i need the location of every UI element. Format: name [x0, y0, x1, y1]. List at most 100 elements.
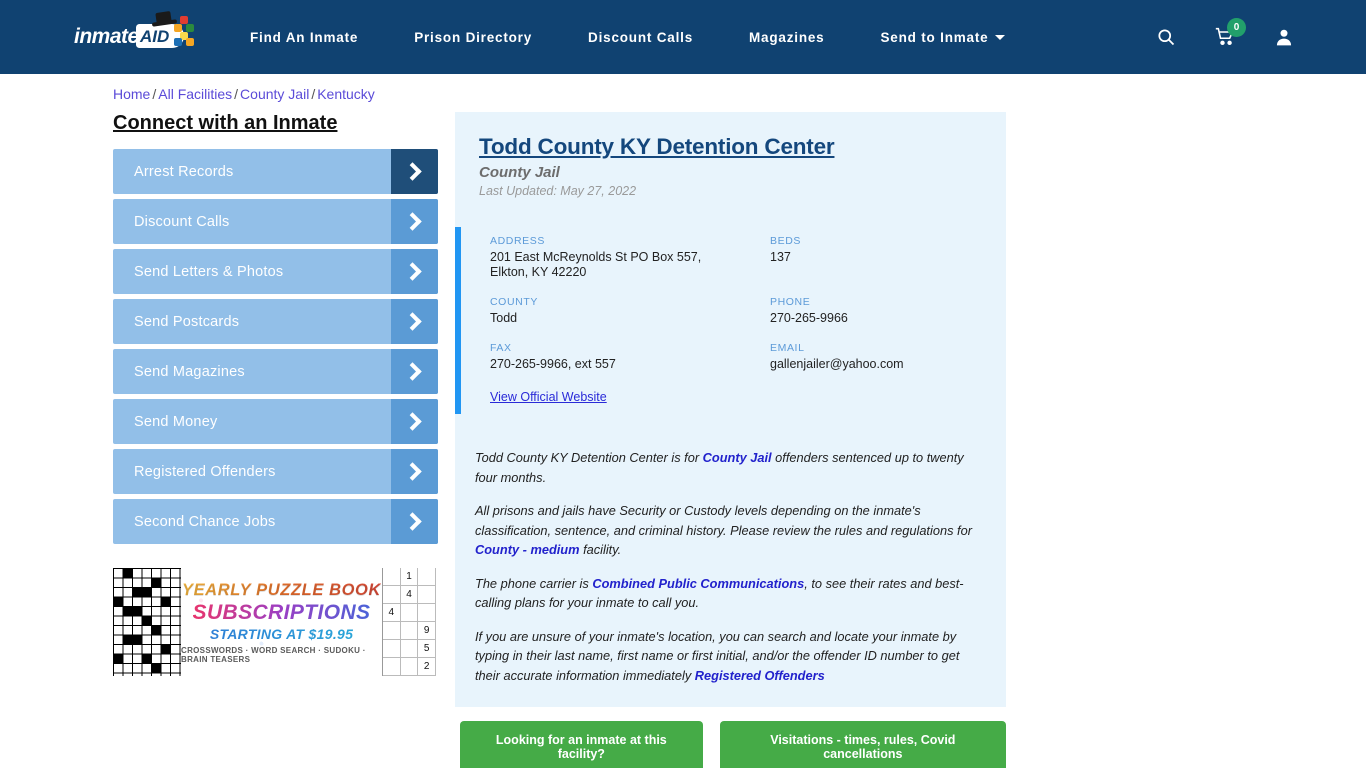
search-icon[interactable] [1156, 27, 1176, 47]
find-inmate-button[interactable]: Looking for an inmate at this facility? [460, 721, 703, 768]
sudoku-cell [400, 658, 419, 676]
breadcrumb: Home / All Facilities / County Jail / Kentucky [113, 86, 1366, 102]
sudoku-cell [383, 622, 401, 640]
info-field-address: ADDRESS 201 East McReynolds St PO Box 55… [490, 235, 770, 280]
info-label: PHONE [770, 296, 811, 308]
puzzle-book-ad[interactable]: YEARLY PUZZLE BOOK SUBSCRIPTIONS STARTIN… [113, 568, 436, 676]
nav-item-find-an-inmate[interactable]: Find An Inmate [250, 30, 358, 45]
sudoku-cell: 9 [418, 622, 436, 640]
description-paragraph-3: The phone carrier is Combined Public Com… [475, 574, 982, 613]
sidebar-item-send-postcards[interactable]: Send Postcards [113, 299, 438, 344]
sidebar-item-registered-offenders[interactable]: Registered Offenders [113, 449, 438, 494]
desc-p2-link-county-medium[interactable]: County - medium [475, 542, 580, 557]
info-field-fax: FAX 270-265-9966, ext 557 [490, 342, 770, 372]
desc-p1-text-a: Todd County KY Detention Center is for [475, 450, 703, 465]
user-account-icon[interactable] [1274, 27, 1294, 47]
chevron-right-icon [391, 299, 438, 344]
nav-item-discount-calls[interactable]: Discount Calls [588, 30, 693, 45]
sudoku-cell [383, 658, 401, 676]
sidebar-item-label: Send Postcards [134, 313, 240, 330]
sudoku-cell: 1 [400, 568, 419, 586]
nav-item-prison-directory[interactable]: Prison Directory [414, 30, 532, 45]
cta-button-row: Looking for an inmate at this facility? … [455, 707, 1006, 768]
sidebar-item-arrest-records[interactable]: Arrest Records [113, 149, 438, 194]
info-label: FAX [490, 342, 512, 354]
sidebar-item-label: Send Money [134, 413, 218, 430]
breadcrumb-separator: / [234, 86, 239, 102]
chevron-right-icon [391, 199, 438, 244]
facility-type: County Jail [479, 164, 560, 181]
info-field-email: EMAIL gallenjailer@yahoo.com [770, 342, 1006, 372]
sidebar-item-discount-calls[interactable]: Discount Calls [113, 199, 438, 244]
info-field-phone: PHONE 270-265-9966 [770, 296, 1006, 326]
sidebar-item-label: Discount Calls [134, 213, 230, 230]
chevron-right-icon [391, 349, 438, 394]
chevron-down-icon [995, 34, 1006, 40]
description-paragraph-1: Todd County KY Detention Center is for C… [475, 448, 982, 487]
cart-count-badge: 0 [1227, 18, 1246, 37]
breadcrumb-separator: / [152, 86, 157, 102]
logo-badge-text: AID [140, 27, 170, 46]
content-columns: Connect with an Inmate Arrest Records Di… [0, 112, 1366, 768]
info-label: BEDS [770, 235, 801, 247]
desc-p3-link-phone-carrier[interactable]: Combined Public Communications [592, 576, 804, 591]
desc-p1-link-county-jail[interactable]: County Jail [703, 450, 772, 465]
sudoku-cell [383, 568, 401, 586]
page-body: Home / All Facilities / County Jail / Kentucky… [0, 86, 1366, 768]
main-column: Todd County KY Detention Center County J… [455, 112, 1006, 768]
sidebar-item-label: Send Letters & Photos [134, 263, 284, 280]
desc-p2-text-b: facility. [579, 542, 622, 557]
info-label: ADDRESS [490, 235, 545, 247]
breadcrumb-separator: / [311, 86, 316, 102]
sudoku-cell: 2 [418, 658, 436, 676]
sudoku-grid-graphic: 1 4 4 9 5 2 [382, 568, 436, 676]
breadcrumb-item-county-jail[interactable]: County Jail [240, 86, 309, 102]
nav-item-send-to-inmate-label: Send to Inmate [880, 29, 989, 45]
last-updated: Last Updated: May 27, 2022 [479, 184, 637, 198]
sudoku-cell [418, 586, 436, 604]
info-label: COUNTY [490, 296, 538, 308]
main-navigation: Find An Inmate Prison Directory Discount… [250, 30, 1061, 45]
sudoku-cell: 4 [383, 604, 401, 622]
chevron-right-icon [391, 249, 438, 294]
info-label: EMAIL [770, 342, 805, 354]
nav-item-magazines[interactable]: Magazines [749, 30, 824, 45]
header-icon-group: 0 [1118, 18, 1294, 47]
desc-p2-text-a: All prisons and jails have Security or C… [475, 503, 972, 538]
nav-item-send-to-inmate[interactable]: Send to Inmate [881, 30, 1006, 45]
ad-line-2: SUBSCRIPTIONS [192, 600, 371, 624]
sudoku-cell [400, 622, 419, 640]
sudoku-cell [418, 604, 436, 622]
ad-line-1: YEARLY PUZZLE BOOK [181, 580, 382, 599]
sidebar-item-second-chance-jobs[interactable]: Second Chance Jobs [113, 499, 438, 544]
sidebar-item-send-magazines[interactable]: Send Magazines [113, 349, 438, 394]
breadcrumb-item-all-facilities[interactable]: All Facilities [158, 86, 232, 102]
page-title[interactable]: Todd County KY Detention Center [479, 134, 982, 160]
sidebar-item-send-letters-photos[interactable]: Send Letters & Photos [113, 249, 438, 294]
sidebar-item-label: Arrest Records [134, 163, 234, 180]
breadcrumb-item-home[interactable]: Home [113, 86, 150, 102]
breadcrumb-item-kentucky[interactable]: Kentucky [317, 86, 375, 102]
sidebar: Connect with an Inmate Arrest Records Di… [113, 112, 438, 768]
ad-line-3: STARTING AT $19.95 [209, 625, 354, 642]
logo-wordmark: inmate [74, 25, 139, 48]
visitations-button[interactable]: Visitations - times, rules, Covid cancel… [719, 721, 1006, 768]
cart-icon[interactable]: 0 [1214, 18, 1246, 47]
sudoku-cell [383, 586, 401, 604]
sudoku-cell: 4 [400, 586, 419, 604]
desc-p4-link-registered-offenders[interactable]: Registered Offenders [695, 668, 825, 683]
description-paragraph-2: All prisons and jails have Security or C… [475, 501, 982, 560]
info-value: 270-265-9966 [770, 311, 848, 325]
site-logo[interactable]: inmate AID [74, 14, 198, 60]
crossword-grid-graphic [113, 568, 181, 676]
site-header: inmate AID Find An Inmate Prison Directo… [0, 0, 1366, 74]
chevron-right-icon [391, 399, 438, 444]
view-official-website-link[interactable]: View Official Website [490, 390, 1006, 404]
facility-header: Todd County KY Detention Center County J… [455, 134, 1006, 198]
sidebar-item-send-money[interactable]: Send Money [113, 399, 438, 444]
facility-description: Todd County KY Detention Center is for C… [455, 414, 1006, 707]
facility-info-block: ADDRESS 201 East McReynolds St PO Box 55… [455, 227, 1006, 414]
info-value: gallenjailer@yahoo.com [770, 357, 904, 371]
sudoku-cell [400, 604, 419, 622]
sudoku-cell: 5 [418, 640, 436, 658]
